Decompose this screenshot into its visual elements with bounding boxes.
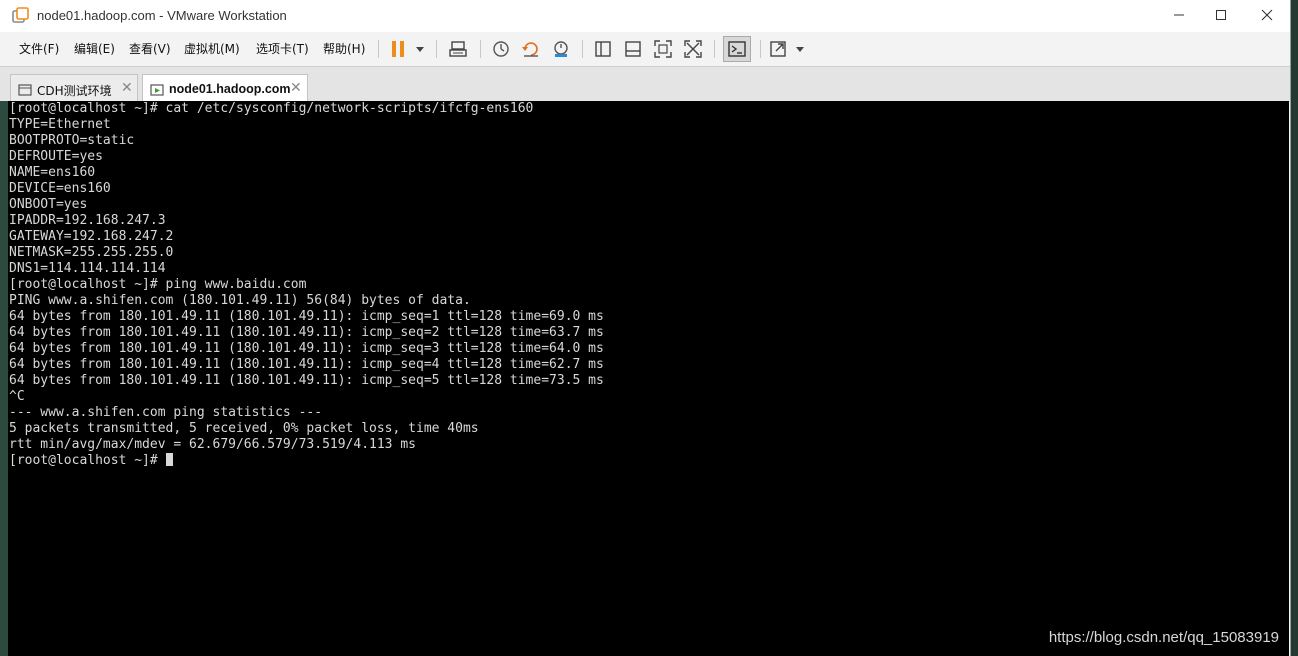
console-line: NAME=ens160 bbox=[9, 165, 96, 180]
minimize-button[interactable] bbox=[1166, 4, 1192, 26]
menu-view[interactable]: 查看(V) bbox=[129, 40, 171, 57]
tab-cdh-env[interactable]: CDH测试环境 ✕ bbox=[10, 74, 138, 102]
menu-help[interactable]: 帮助(H) bbox=[323, 40, 365, 57]
close-icon[interactable]: ✕ bbox=[121, 80, 133, 96]
console-line: 64 bytes from 180.101.49.11 (180.101.49.… bbox=[9, 373, 604, 388]
close-icon[interactable]: ✕ bbox=[290, 80, 302, 96]
snapshot-manager-icon bbox=[554, 41, 568, 57]
toolbar-separator bbox=[378, 40, 379, 58]
console-line: PING www.a.shifen.com (180.101.49.11) 56… bbox=[9, 293, 471, 308]
send-ctrl-alt-del-icon bbox=[449, 41, 467, 57]
toolbar-separator bbox=[480, 40, 481, 58]
send-ctrl-alt-del-button[interactable] bbox=[446, 36, 470, 62]
pause-icon bbox=[392, 41, 424, 57]
snapshot-button[interactable] bbox=[489, 36, 513, 62]
library-icon bbox=[595, 41, 611, 57]
console-line: 64 bytes from 180.101.49.11 (180.101.49.… bbox=[9, 357, 604, 372]
console-line: NETMASK=255.255.255.0 bbox=[9, 245, 174, 260]
console-view-icon bbox=[728, 41, 746, 57]
close-button[interactable] bbox=[1254, 4, 1280, 26]
window-title: node01.hadoop.com - VMware Workstation bbox=[37, 8, 287, 23]
console-line: --- www.a.shifen.com ping statistics --- bbox=[9, 405, 323, 420]
console-line: ONBOOT=yes bbox=[9, 197, 88, 212]
tab-node01[interactable]: node01.hadoop.com ✕ bbox=[142, 74, 308, 102]
vm-console[interactable]: [root@localhost ~]# cat /etc/sysconfig/n… bbox=[8, 101, 1289, 656]
toolbar-separator bbox=[760, 40, 761, 58]
toolbar-separator bbox=[714, 40, 715, 58]
menu-tabs[interactable]: 选项卡(T) bbox=[256, 40, 309, 57]
stretch-button[interactable] bbox=[768, 36, 808, 62]
console-line: 64 bytes from 180.101.49.11 (180.101.49.… bbox=[9, 309, 604, 324]
maximize-icon bbox=[1216, 10, 1226, 20]
toolbar-separator bbox=[582, 40, 583, 58]
console-prompt: [root@localhost ~]# bbox=[9, 453, 166, 468]
console-line: 64 bytes from 180.101.49.11 (180.101.49.… bbox=[9, 325, 604, 340]
thumbnail-bar-button[interactable] bbox=[621, 36, 645, 62]
tab-label: node01.hadoop.com bbox=[169, 82, 291, 96]
toolbar-separator bbox=[436, 40, 437, 58]
console-line: 64 bytes from 180.101.49.11 (180.101.49.… bbox=[9, 341, 604, 356]
console-line: ^C bbox=[9, 389, 25, 404]
revert-snapshot-icon bbox=[522, 42, 538, 57]
stretch-icon bbox=[770, 41, 804, 57]
minimize-icon bbox=[1174, 14, 1184, 16]
unity-icon bbox=[684, 40, 702, 58]
console-view-button[interactable] bbox=[723, 36, 751, 62]
maximize-button[interactable] bbox=[1208, 4, 1234, 26]
menu-edit[interactable]: 编辑(E) bbox=[74, 40, 115, 57]
close-icon bbox=[1261, 9, 1273, 21]
console-line: TYPE=Ethernet bbox=[9, 117, 111, 132]
revert-snapshot-button[interactable] bbox=[519, 36, 543, 62]
desktop-background-strip bbox=[0, 101, 8, 656]
console-line: 5 packets transmitted, 5 received, 0% pa… bbox=[9, 421, 479, 436]
menu-vm[interactable]: 虚拟机(M) bbox=[184, 40, 240, 57]
snapshot-icon bbox=[493, 41, 509, 57]
console-line: rtt min/avg/max/mdev = 62.679/66.579/73.… bbox=[9, 437, 416, 452]
vm-running-icon bbox=[150, 82, 164, 96]
unity-button[interactable] bbox=[681, 36, 705, 62]
console-prompt-line: [root@localhost ~]# bbox=[8, 453, 1289, 469]
library-button[interactable] bbox=[591, 36, 615, 62]
title-bar: node01.hadoop.com - VMware Workstation bbox=[0, 0, 1290, 32]
thumbnail-bar-icon bbox=[625, 41, 641, 57]
watermark: https://blog.csdn.net/qq_15083919 bbox=[1048, 629, 1279, 646]
console-line: DNS1=114.114.114.114 bbox=[9, 261, 166, 276]
console-line: [root@localhost ~]# ping www.baidu.com bbox=[9, 277, 307, 292]
console-line: BOOTPROTO=static bbox=[9, 133, 135, 148]
menu-toolbar: 文件(F) 编辑(E) 查看(V) 虚拟机(M) 选项卡(T) 帮助(H) bbox=[0, 32, 1290, 66]
tab-label: CDH测试环境 bbox=[37, 84, 112, 98]
fullscreen-button[interactable] bbox=[651, 36, 675, 62]
console-line: IPADDR=192.168.247.3 bbox=[9, 213, 166, 228]
menu-file[interactable]: 文件(F) bbox=[19, 40, 59, 57]
vm-tab-icon bbox=[18, 82, 32, 96]
pause-button[interactable] bbox=[388, 36, 428, 62]
console-line: DEVICE=ens160 bbox=[9, 181, 111, 196]
vmware-app-icon bbox=[12, 7, 29, 24]
vmware-window: node01.hadoop.com - VMware Workstation 文… bbox=[0, 0, 1291, 656]
vm-tab-strip: CDH测试环境 ✕ node01.hadoop.com ✕ bbox=[0, 66, 1290, 102]
fullscreen-icon bbox=[654, 40, 672, 58]
console-line: DEFROUTE=yes bbox=[9, 149, 103, 164]
console-line: [root@localhost ~]# cat /etc/sysconfig/n… bbox=[9, 101, 534, 116]
text-cursor bbox=[165, 453, 173, 466]
console-line: GATEWAY=192.168.247.2 bbox=[9, 229, 174, 244]
desktop-background bbox=[1291, 0, 1298, 656]
snapshot-manager-button[interactable] bbox=[549, 36, 573, 62]
console-output: [root@localhost ~]# cat /etc/sysconfig/n… bbox=[8, 101, 1289, 453]
